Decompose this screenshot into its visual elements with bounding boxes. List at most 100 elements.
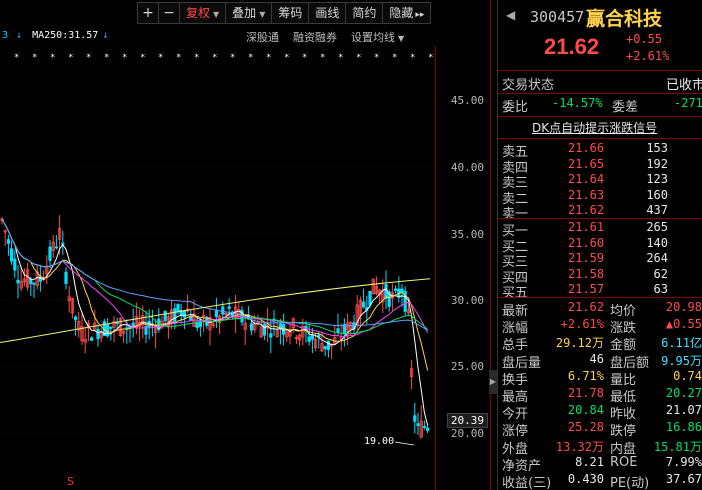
stat-value: ▲0.55 bbox=[665, 317, 702, 332]
order-price: 21.61 bbox=[568, 220, 605, 234]
candle-body bbox=[227, 306, 231, 309]
zoom-out-button[interactable]: − bbox=[158, 2, 180, 24]
chevron-down-icon: ▼ bbox=[213, 10, 220, 19]
prev-stock-icon[interactable]: ◀ bbox=[506, 8, 515, 22]
stat-value: 20.98 bbox=[665, 300, 702, 314]
stat-value: 29.12万 bbox=[555, 336, 604, 351]
stats-row: 今开 20.84 昨收 21.07 bbox=[498, 403, 702, 423]
order-volume: 160 bbox=[646, 187, 668, 202]
collapse-handle-icon[interactable]: ▶ bbox=[489, 370, 497, 394]
event-marker: * bbox=[356, 53, 361, 63]
dk-signal-link[interactable]: DK点自动提示涨跌信号 bbox=[532, 119, 657, 136]
stat-label: 涨停 bbox=[502, 424, 529, 440]
axis-tick-40: 40.00 bbox=[450, 161, 484, 174]
stat-label: 外盘 bbox=[502, 441, 529, 457]
ma250-value: MA250:31.57 bbox=[32, 30, 99, 41]
event-marker: * bbox=[32, 53, 37, 63]
candle-body bbox=[13, 258, 17, 271]
candlestick-area[interactable]: * * * * * * * * * * * * * * * * * * * * * * * * bbox=[0, 46, 436, 490]
candle-body bbox=[269, 333, 273, 338]
commission-row: 委比 -14.57% 委差 -271 bbox=[498, 96, 702, 115]
stats-row: 涨停 25.28 跌停 16.86 bbox=[498, 420, 702, 440]
margin-trading-link[interactable]: 融资融券 bbox=[293, 29, 337, 45]
order-price: 21.66 bbox=[568, 141, 605, 155]
stat-value: 8.21 bbox=[575, 454, 604, 469]
candle-body bbox=[16, 279, 20, 284]
stat-label: 内盘 bbox=[610, 441, 637, 457]
stat-label: 昨收 bbox=[610, 407, 637, 423]
axis-tick-35: 35.00 bbox=[450, 228, 484, 241]
event-marker: * bbox=[392, 53, 397, 63]
set-ma-label: 设置均线 bbox=[351, 31, 395, 44]
chart-sub-tools: 深股通 融资融券 设置均线 ▼ bbox=[246, 29, 404, 45]
order-volume: 265 bbox=[646, 220, 668, 234]
candle-body bbox=[176, 304, 180, 312]
order-volume: 437 bbox=[646, 203, 668, 217]
quote-panel: ◀ 300457 赢合科技 21.62 +0.55 +2.61% 交易状态 已收… bbox=[498, 0, 702, 490]
event-marker: * bbox=[302, 53, 307, 63]
candle-body bbox=[368, 290, 372, 306]
stock-code: 300457 bbox=[530, 8, 585, 26]
event-marker: * bbox=[86, 53, 91, 63]
stats-row: 净资产 8.21 ROE 7.99% bbox=[498, 454, 702, 474]
event-marker: * bbox=[50, 53, 55, 63]
stock-name: 赢合科技 bbox=[586, 8, 663, 30]
hide-button[interactable]: 隐藏 ▸▸ bbox=[382, 2, 432, 24]
event-marker: * bbox=[374, 53, 379, 63]
divider bbox=[498, 70, 702, 71]
stats-row: 盘后量 46 盘后额 9.95万 bbox=[498, 351, 702, 371]
candle-body bbox=[48, 246, 52, 261]
candlestick-svg: * * * * * * * * * * * * * * * * * * * * * * * * bbox=[0, 53, 436, 446]
stat-value: 7.99% bbox=[665, 454, 702, 469]
order-volume: 153 bbox=[646, 141, 668, 155]
draw-line-button[interactable]: 画线 bbox=[308, 2, 347, 24]
kline-chart-pane: + − 复权 ▼ 叠加 ▼ 筹码 画线 简约 隐藏 ▸▸ 3 ↓ MA250:31.57… bbox=[0, 0, 490, 490]
stats-row: 涨幅 +2.61% 涨跌 ▲0.55 bbox=[498, 317, 702, 337]
stat-value: 21.78 bbox=[567, 386, 604, 400]
order-price: 21.65 bbox=[568, 156, 605, 171]
set-ma-dropdown[interactable]: 设置均线 ▼ bbox=[351, 29, 404, 45]
axis-tick-30: 30.00 bbox=[450, 294, 484, 307]
event-marker: * bbox=[176, 53, 181, 63]
candle-body bbox=[6, 239, 10, 244]
stat-label: 涨跌 bbox=[610, 321, 637, 337]
adjust-dropdown[interactable]: 复权 ▼ bbox=[179, 2, 227, 24]
order-volume: 62 bbox=[653, 266, 668, 281]
chips-button[interactable]: 筹码 bbox=[271, 2, 310, 24]
stat-value: +2.61% bbox=[560, 317, 604, 332]
hk-connect-link[interactable]: 深股通 bbox=[246, 29, 279, 45]
candle-body bbox=[307, 336, 311, 342]
candle-body bbox=[384, 284, 388, 299]
stats-row: 换手 6.71% 量比 0.74 bbox=[498, 369, 702, 388]
candle-body bbox=[173, 308, 177, 323]
overlay-label: 叠加 bbox=[232, 6, 257, 20]
divider bbox=[498, 218, 702, 219]
zoom-in-button[interactable]: + bbox=[137, 2, 159, 24]
ma-legend: 3 ↓ MA250:31.57 ↓ bbox=[2, 30, 108, 41]
candle-body bbox=[413, 415, 417, 422]
event-marker: * bbox=[230, 53, 235, 63]
simple-mode-button[interactable]: 简约 bbox=[345, 2, 384, 24]
commission-diff-value: -271 bbox=[674, 96, 702, 110]
ma-legend-lead: 3 bbox=[2, 30, 9, 41]
candle-body bbox=[416, 423, 420, 426]
chart-toolbar: + − 复权 ▼ 叠加 ▼ 筹码 画线 简约 隐藏 ▸▸ bbox=[137, 2, 432, 24]
overlay-dropdown[interactable]: 叠加 ▼ bbox=[225, 2, 273, 24]
stats-row: 总手 29.12万 金额 6.11亿 bbox=[498, 334, 702, 353]
order-level-label: 买五 bbox=[502, 286, 529, 301]
chevron-down-icon: ▼ bbox=[259, 10, 266, 19]
divider bbox=[498, 93, 702, 94]
stat-value: 37.67 bbox=[665, 472, 702, 486]
candle-body bbox=[326, 340, 331, 350]
stat-value: 46 bbox=[589, 351, 604, 366]
candle-body bbox=[361, 301, 366, 308]
candle-body bbox=[393, 288, 398, 291]
candle-body bbox=[9, 248, 14, 262]
stat-value: 9.95万 bbox=[661, 353, 702, 368]
candle-body bbox=[96, 328, 100, 340]
last-price: 21.62 bbox=[544, 34, 600, 59]
stat-value: 0.430 bbox=[567, 472, 604, 486]
pane-divider bbox=[490, 0, 491, 490]
event-marker: * bbox=[68, 53, 73, 63]
event-marker: * bbox=[194, 53, 199, 63]
